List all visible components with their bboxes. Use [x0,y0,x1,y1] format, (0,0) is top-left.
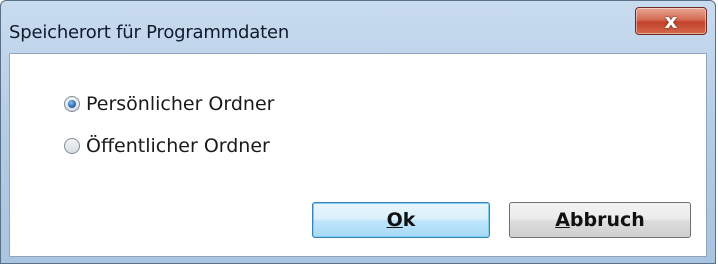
title-bar[interactable]: Speicherort für Programmdaten x [1,1,715,53]
option-label: Öffentlicher Ordner [86,135,270,157]
option-label: Persönlicher Ordner [86,93,275,115]
close-button[interactable]: x [635,7,707,35]
close-icon: x [664,9,678,33]
ok-button[interactable]: Ok [312,202,490,238]
cancel-label-rest: bbruch [569,209,645,231]
dialog-window: Speicherort für Programmdaten x Persönli… [0,0,716,264]
radio-unselected-icon[interactable] [64,138,80,154]
cancel-button[interactable]: Abbruch [509,202,691,238]
ok-mnemonic: O [386,209,403,231]
option-public-folder[interactable]: Öffentlicher Ordner [64,133,270,159]
button-bar: Ok Abbruch [9,193,707,257]
ok-label-rest: k [402,209,416,231]
window-title: Speicherort für Programmdaten [9,22,290,43]
cancel-mnemonic: A [555,209,570,231]
option-personal-folder[interactable]: Persönlicher Ordner [64,91,274,117]
radio-selected-icon[interactable] [64,96,80,112]
